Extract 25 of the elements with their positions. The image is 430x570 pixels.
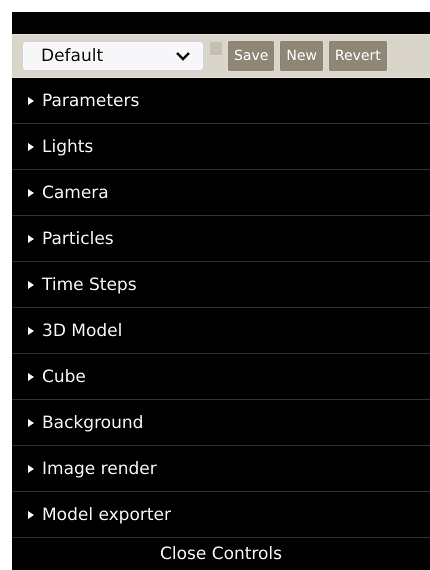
folder-label: Cube <box>42 366 86 386</box>
preset-button[interactable]: Save <box>228 41 274 71</box>
folder-row[interactable]: Parameters <box>12 78 430 124</box>
folder-label: Lights <box>42 136 94 156</box>
folder-label: Particles <box>42 228 114 248</box>
folder-label: Parameters <box>42 90 140 110</box>
folder-row[interactable]: 3D Model <box>12 308 430 354</box>
folder-row[interactable]: Cube <box>12 354 430 400</box>
folder-row[interactable]: Time Steps <box>12 262 430 308</box>
folder-label: Camera <box>42 182 109 202</box>
folder-label: 3D Model <box>42 320 122 340</box>
remember-checkbox[interactable] <box>210 42 222 55</box>
folder-label: Model exporter <box>42 504 171 524</box>
folder-row[interactable]: Particles <box>12 216 430 262</box>
folder-row[interactable]: Image render <box>12 446 430 492</box>
folder-row[interactable]: Lights <box>12 124 430 170</box>
folder-label: Image render <box>42 458 157 478</box>
chevron-icon <box>175 51 191 61</box>
folder-row[interactable]: Camera <box>12 170 430 216</box>
preset-button[interactable]: Revert <box>328 41 387 71</box>
preset-select[interactable]: Default <box>22 41 204 71</box>
folder-label: Background <box>42 412 144 432</box>
folder-label: Time Steps <box>42 274 137 294</box>
folder-row[interactable]: Background <box>12 400 430 446</box>
preset-button[interactable]: New <box>280 41 323 71</box>
